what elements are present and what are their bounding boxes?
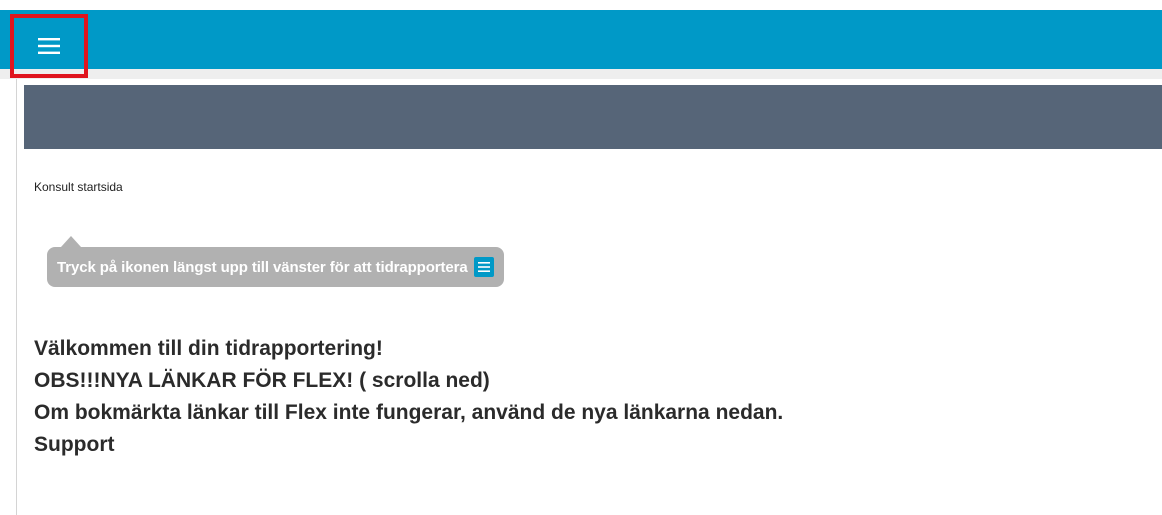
- page-background-strip: [0, 69, 1162, 79]
- support-heading: Support: [34, 433, 115, 456]
- top-app-bar: [0, 10, 1162, 69]
- page-title: Konsult startsida: [34, 180, 123, 194]
- menu-button[interactable]: [10, 14, 88, 78]
- page-header-band: [24, 85, 1162, 149]
- hamburger-menu-icon[interactable]: [38, 38, 60, 54]
- welcome-heading: Välkommen till din tidrapportering!: [34, 337, 383, 360]
- page: Konsult startsida Tryck på ikonen längst…: [0, 0, 1162, 515]
- bookmark-notice: Om bokmärkta länkar till Flex inte funge…: [34, 401, 784, 424]
- hint-tooltip-text: Tryck på ikonen längst upp till vänster …: [57, 258, 468, 276]
- content-panel: Konsult startsida Tryck på ikonen längst…: [16, 79, 1162, 515]
- welcome-message: Välkommen till din tidrapportering! OBS!…: [34, 333, 783, 461]
- flex-links-notice: OBS!!!NYA LÄNKAR FÖR FLEX! ( scrolla ned…: [34, 369, 490, 392]
- hint-tooltip: Tryck på ikonen längst upp till vänster …: [47, 236, 504, 287]
- hamburger-menu-icon: [473, 257, 494, 277]
